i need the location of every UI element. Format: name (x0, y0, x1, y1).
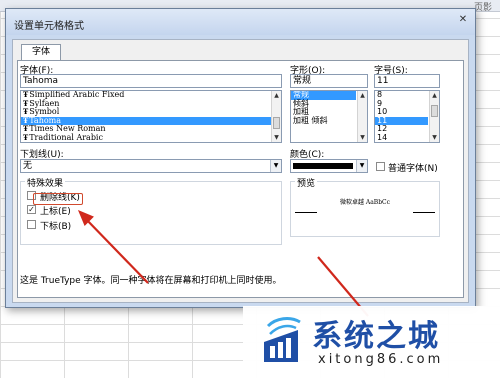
watermark-title: 系统之城 (312, 319, 440, 354)
watermark-logo-icon (264, 317, 301, 362)
watermark-url: xitong86.com (318, 352, 444, 367)
arrow-line-left (83, 216, 149, 284)
